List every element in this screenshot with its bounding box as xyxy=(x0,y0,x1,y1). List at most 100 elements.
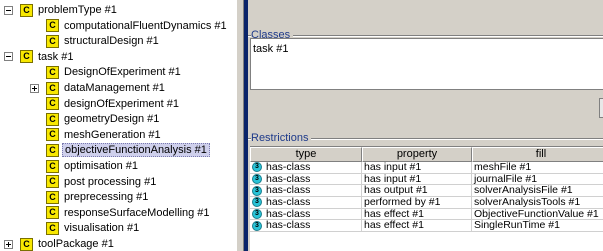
tree-node-label: problemType #1 xyxy=(38,4,117,16)
tree-node-label: visualisation #1 xyxy=(64,222,140,235)
class-icon: C xyxy=(46,206,59,220)
restriction-fill-cell: solverAnalysisTools #1 xyxy=(472,197,603,209)
tree-node[interactable]: CresponseSurfaceModelling #1 xyxy=(46,205,212,221)
table-row[interactable]: 3 has-class has input #1 meshFile #1 xyxy=(250,162,603,174)
class-icon: C xyxy=(46,97,59,111)
restrictions-table-header: type property fill xyxy=(250,147,603,162)
table-row[interactable]: 3 has-class performed by #1 solverAnalysisT… xyxy=(250,197,603,209)
restriction-property-cell: has effect #1 xyxy=(362,220,472,233)
tree-node[interactable]: C DesignOfExperiment #1 xyxy=(46,64,183,80)
class-icon: C xyxy=(46,19,59,33)
tree-node[interactable]: Cpreprecessing #1 xyxy=(46,189,150,205)
classes-scrollbar[interactable] xyxy=(599,98,603,118)
tree-node[interactable]: CdesignOfExperiment #1 xyxy=(46,96,181,112)
restriction-icon: 3 xyxy=(252,162,262,173)
class-icon: C xyxy=(46,81,59,95)
restriction-icon: 3 xyxy=(252,220,262,231)
tree-node[interactable]: Cpost processing #1 xyxy=(46,174,158,190)
class-icon: C xyxy=(46,34,59,48)
restriction-type-cell: 3 has-class xyxy=(250,220,362,233)
tree-node-label: objectiveFunctionAnalysis #1 xyxy=(62,143,210,158)
class-icon: C xyxy=(46,221,59,235)
classes-list-item[interactable]: task #1 xyxy=(253,43,288,55)
restriction-fill-text: ObjectiveFunctionValue #1 xyxy=(474,208,599,220)
class-tree[interactable]: CproblemType #1 CcomputationalFluentDynam… xyxy=(0,0,236,251)
column-header-fill[interactable]: fill xyxy=(472,147,603,162)
restriction-fill-cell: meshFile #1 xyxy=(472,162,603,174)
tree-node-label: designOfExperiment #1 xyxy=(64,97,179,110)
class-icon: C xyxy=(46,175,59,189)
expand-icon[interactable] xyxy=(4,239,13,249)
class-icon: C xyxy=(46,128,59,142)
restrictions-table[interactable]: type property fill 3 has-class has input #… xyxy=(250,146,603,251)
expand-icon[interactable] xyxy=(30,83,39,93)
tree-node-label: structuralDesign #1 xyxy=(64,35,159,48)
table-row[interactable]: 3 has-class has input #1 journalFile #1 xyxy=(250,173,603,186)
restriction-property-cell: performed by #1 xyxy=(362,197,472,209)
tree-node-label: dataManagement #1 xyxy=(64,82,165,94)
classes-list[interactable]: task #1 xyxy=(250,38,603,90)
class-icon: C xyxy=(20,3,33,17)
restriction-property-cell: has input #1 xyxy=(362,173,472,186)
tree-node[interactable]: CmeshGeneration #1 xyxy=(46,127,163,143)
restriction-fill-cell: SingleRunTime #1 xyxy=(472,220,603,233)
collapse-icon[interactable] xyxy=(4,52,13,62)
restriction-type-text: has-class xyxy=(266,173,311,185)
table-row[interactable]: 3 has-class has effect #1 ObjectiveFunction… xyxy=(250,208,603,221)
class-icon: C xyxy=(46,159,59,173)
restriction-property-text: performed by #1 xyxy=(364,197,441,208)
tree-node-label: responseSurfaceModelling #1 xyxy=(64,206,210,219)
tree-node[interactable]: CgeometryDesign #1 xyxy=(46,111,161,127)
restriction-type-cell: 3 has-class xyxy=(250,208,362,221)
tree-node[interactable]: CobjectiveFunctionAnalysis #1 xyxy=(46,142,210,158)
class-icon: C xyxy=(46,65,59,79)
column-header-property[interactable]: property xyxy=(362,147,472,162)
restriction-type-cell: 3 has-class xyxy=(250,162,362,174)
table-row[interactable]: 3 has-class has output #1 solverAnalysisFil… xyxy=(250,185,603,198)
tree-node[interactable]: Coptimisation #1 xyxy=(46,158,140,174)
tree-node-label: task #1 xyxy=(38,50,74,63)
restriction-property-text: has input #1 xyxy=(364,162,422,173)
tree-node-label: toolPackage #1 xyxy=(38,238,114,250)
class-icon: C xyxy=(46,143,59,157)
tree-node[interactable]: CproblemType #1 xyxy=(4,2,119,18)
tree-node[interactable]: CcomputationalFluentDynamics #1 xyxy=(46,18,229,34)
tree-node[interactable]: CtoolPackage #1 xyxy=(4,236,116,251)
tree-node-label: meshGeneration #1 xyxy=(64,128,161,141)
restriction-property-text: has effect #1 xyxy=(364,208,424,220)
restriction-type-cell: 3 has-class xyxy=(250,197,362,209)
tree-node[interactable]: Ctask #1 xyxy=(4,49,75,65)
restrictions-table-body: 3 has-class has input #1 meshFile #1 3 has-cl… xyxy=(250,162,603,233)
column-header-type[interactable]: type xyxy=(250,147,362,162)
details-panel: Classes task #1 Restrictions type proper… xyxy=(248,0,603,251)
restriction-property-text: has effect #1 xyxy=(364,220,424,232)
restriction-type-cell: 3 has-class xyxy=(250,173,362,186)
tree-node-label: geometryDesign #1 xyxy=(64,113,160,126)
restriction-fill-text: SingleRunTime #1 xyxy=(474,220,560,232)
classes-group-border xyxy=(248,35,603,37)
restriction-type-cell: 3 has-class xyxy=(250,185,362,198)
table-row[interactable]: 3 has-class has effect #1 SingleRunTime #1 xyxy=(250,220,603,233)
restriction-icon: 3 xyxy=(252,174,262,185)
tree-node-label: preprecessing #1 xyxy=(64,191,149,204)
class-icon: C xyxy=(46,112,59,126)
restriction-type-text: has-class xyxy=(266,197,311,208)
restriction-fill-text: solverAnalysisTools #1 xyxy=(474,197,581,208)
restriction-property-cell: has input #1 xyxy=(362,162,472,174)
restriction-fill-cell: ObjectiveFunctionValue #1 xyxy=(472,209,603,221)
tree-node[interactable]: CdataManagement #1 xyxy=(30,80,167,96)
restriction-property-text: has input #1 xyxy=(364,173,422,185)
split-pane-divider[interactable] xyxy=(236,0,244,251)
restriction-icon: 3 xyxy=(252,197,262,208)
restriction-type-text: has-class xyxy=(266,185,311,197)
class-icon: C xyxy=(20,237,33,251)
restriction-property-cell: has effect #1 xyxy=(362,208,472,221)
tree-node[interactable]: CstructuralDesign #1 xyxy=(46,33,161,49)
restrictions-group-title: Restrictions xyxy=(251,132,312,144)
class-icon: C xyxy=(20,50,33,64)
tree-node[interactable]: Cvisualisation #1 xyxy=(46,220,141,236)
collapse-icon[interactable] xyxy=(4,5,13,15)
restriction-fill-cell: journalFile #1 xyxy=(472,174,603,186)
tree-node-label: optimisation #1 xyxy=(64,160,138,172)
restriction-property-cell: has output #1 xyxy=(362,185,472,198)
